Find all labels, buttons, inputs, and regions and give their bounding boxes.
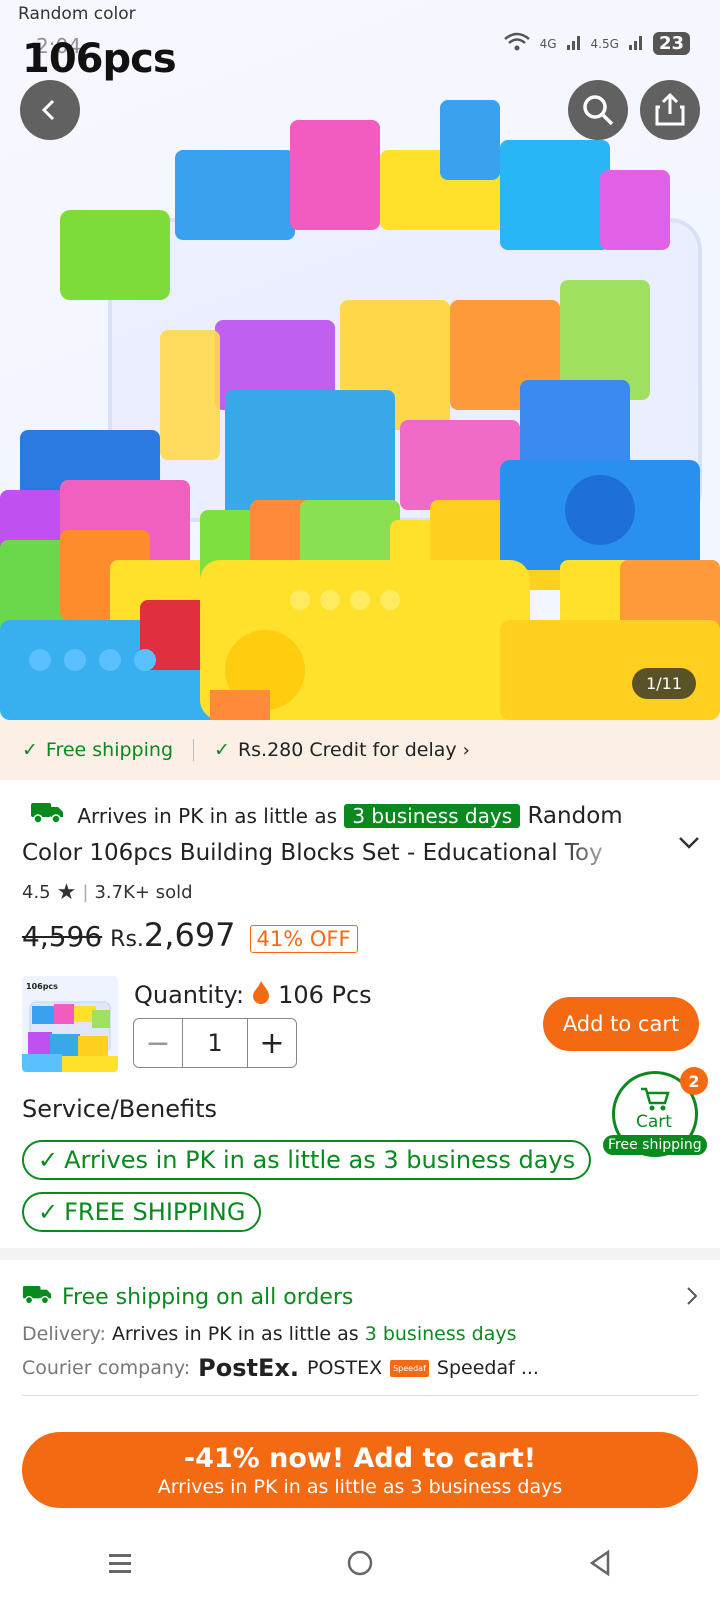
system-nav-bar (0, 1530, 720, 1600)
free-shipping-row[interactable]: Free shipping on all orders (22, 1283, 353, 1311)
chevron-right-icon: › (462, 739, 470, 761)
old-price: 4,596 (22, 920, 103, 953)
quantity-row: Quantity: 106 Pcs (134, 980, 372, 1010)
network-label-2: 4.5G (590, 36, 619, 51)
title-line2: Color 106pcs Building Blocks Set - Educa… (22, 839, 603, 866)
service-title: Service/Benefits (22, 1095, 218, 1123)
signal-icon-2 (628, 34, 643, 53)
share-icon (655, 93, 685, 126)
currency-symbol: Rs. (110, 927, 144, 952)
shipping-benefits-bar[interactable]: ✓ Free shipping ✓ Rs.280 Credit for dela… (0, 720, 720, 780)
check-icon: ✓ (214, 739, 230, 761)
quantity-stepper[interactable]: − 1 + (133, 1018, 297, 1068)
service-pill-arrival: ✓ Arrives in PK in as little as 3 busines… (22, 1140, 592, 1180)
postex-logo: PostEx. (198, 1354, 299, 1382)
home-circle-icon (347, 1550, 373, 1576)
free-shipping-headline: Free shipping on all orders (62, 1284, 354, 1310)
courier-label: Courier company: (22, 1357, 191, 1379)
courier-name-postex: POSTEX (306, 1357, 383, 1379)
quantity-option: 106 Pcs (278, 981, 372, 1009)
expand-title-button[interactable] (678, 835, 700, 854)
status-bar-icons: 4G 4.5G 23 (503, 32, 690, 55)
menu-nav-button[interactable] (107, 1551, 133, 1579)
check-icon: ✓ (22, 739, 38, 761)
product-title: Arrives in PK in as little as 3 business… (22, 798, 672, 871)
image-counter: 1/11 (632, 668, 696, 699)
check-icon: ✓ (38, 1146, 59, 1174)
wifi-icon (503, 32, 530, 55)
section-separator (0, 1248, 720, 1260)
flame-icon (252, 980, 270, 1010)
battery-level: 23 (652, 32, 690, 55)
signal-icon (566, 34, 581, 53)
home-nav-button[interactable] (346, 1549, 374, 1581)
chevron-left-icon (41, 99, 55, 121)
delivery-label: Delivery: (22, 1323, 106, 1345)
add-to-cart-cta[interactable]: -41% now! Add to cart! Arrives in PK in … (22, 1432, 698, 1508)
delivery-text: Arrives in PK in as little as (111, 1323, 359, 1345)
chevron-right-icon[interactable] (686, 1286, 698, 1310)
star-icon: ★ (56, 880, 77, 905)
delivery-truck-icon (30, 799, 64, 835)
service-pill-text: FREE SHIPPING (64, 1198, 246, 1226)
cart-icon (641, 1087, 670, 1111)
network-label-1: 4G (539, 36, 557, 51)
quantity-label: Quantity: (134, 981, 245, 1009)
cart-count-badge: 2 (680, 1067, 708, 1095)
discount-badge: 41% OFF (249, 925, 358, 953)
delivery-days: 3 business days (364, 1323, 517, 1345)
cta-main-text: -41% now! Add to cart! (183, 1442, 537, 1474)
decrement-button[interactable]: − (134, 1019, 182, 1067)
variant-thumbnail[interactable]: 106pcs (22, 976, 118, 1072)
back-nav-button[interactable] (587, 1549, 613, 1581)
current-price: 2,697 (143, 916, 236, 954)
overlay-title: 106pcs (22, 36, 177, 82)
courier-row: Courier company: PostEx. POSTEX Speedaf … (22, 1354, 539, 1382)
quantity-value[interactable]: 1 (182, 1019, 248, 1067)
service-pill-free-shipping: ✓ FREE SHIPPING (22, 1192, 262, 1232)
increment-button[interactable]: + (248, 1019, 296, 1067)
check-icon: ✓ (38, 1198, 59, 1226)
chevron-down-icon (679, 837, 699, 849)
title-line1: Random (527, 803, 623, 829)
cart-free-shipping-tag: Free shipping (603, 1135, 707, 1155)
sold-count: 3.7K+ sold (94, 882, 193, 903)
add-to-cart-button[interactable]: Add to cart (543, 997, 699, 1051)
cart-label: Cart (636, 1112, 672, 1132)
free-shipping-label: Free shipping (45, 739, 174, 761)
divider (193, 739, 195, 761)
delivery-row: Delivery: Arrives in PK in as little as … (22, 1323, 517, 1345)
delivery-truck-icon (22, 1283, 52, 1311)
divider (22, 1395, 698, 1396)
overlay-caption: Random color (18, 4, 136, 24)
menu-icon (108, 1554, 131, 1573)
arrives-prefix: Arrives in PK in as little as (77, 804, 337, 828)
credit-label: Rs.280 Credit for delay (237, 739, 457, 761)
back-triangle-icon (590, 1549, 610, 1577)
service-pill-text: Arrives in PK in as little as 3 business… (64, 1146, 576, 1174)
search-button[interactable] (568, 80, 628, 140)
courier-name-speedaf: Speedaf ... (436, 1357, 539, 1379)
price-row: 4,596 Rs.2,697 41% OFF (22, 916, 358, 954)
thumbnail-caption: 106pcs (26, 982, 58, 991)
search-icon (583, 95, 614, 126)
cta-sub-text: Arrives in PK in as little as 3 business… (157, 1475, 563, 1498)
speedaf-logo: Speedaf (390, 1359, 429, 1377)
rating-row[interactable]: 4.5 ★ | 3.7K+ sold (22, 880, 193, 905)
divider: | (82, 882, 89, 903)
rating-value: 4.5 (22, 882, 51, 903)
arrives-badge: 3 business days (344, 804, 521, 828)
share-button[interactable] (640, 80, 700, 140)
back-button[interactable] (20, 80, 80, 140)
